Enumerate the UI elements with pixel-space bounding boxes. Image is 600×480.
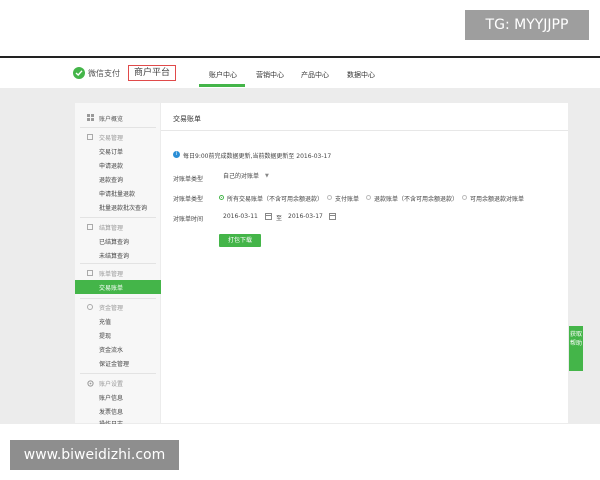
radio-all-bills[interactable] [219, 195, 224, 200]
sidebar-item-invoice-info[interactable]: 发票信息 [99, 407, 123, 416]
sidebar-divider [80, 127, 156, 128]
sidebar-item-recharge[interactable]: 充值 [99, 317, 111, 326]
sidebar-item-settled[interactable]: 已结算查询 [99, 237, 129, 246]
watermark-badge-bottom: www.biweidizhi.com [10, 440, 179, 470]
sidebar-item-trade-orders[interactable]: 交易订单 [99, 147, 123, 156]
info-icon: i [173, 151, 180, 158]
sidebar-group-title: 资金管理 [99, 305, 124, 312]
sidebar-divider [80, 217, 156, 218]
grid-icon [87, 114, 94, 121]
sidebar-item-operation-log[interactable]: 操作日志 [99, 419, 123, 424]
nav-account-center[interactable]: 账户中心 [209, 70, 237, 80]
sidebar-divider [80, 373, 156, 374]
sidebar-item-apply-refund[interactable]: 申请退款 [99, 161, 123, 170]
date-from-input[interactable]: 2016-03-11 [223, 213, 258, 220]
radio-balance-refund-label: 可用余额退款对账单 [470, 196, 525, 203]
radio-all-bills-label: 所有交易账单（不含可用余额退款） [227, 196, 324, 203]
help-float-tab[interactable]: 获取帮助 [569, 326, 583, 371]
trade-type-label: 对账单类型 [173, 196, 204, 203]
radio-refund-bills-label: 退款账单（不含可用余额退款） [374, 196, 459, 203]
calendar-icon[interactable] [329, 213, 336, 220]
title-divider [161, 130, 568, 131]
nav-active-indicator [199, 84, 245, 87]
bill-icon [87, 270, 93, 276]
radio-pay-bills-label: 支付账单 [335, 196, 360, 203]
nav-marketing-center[interactable]: 营销中心 [256, 70, 284, 80]
date-to-input[interactable]: 2016-03-17 [288, 213, 323, 220]
radio-balance-refund[interactable] [462, 195, 467, 200]
sidebar-item-trade-bill-label: 交易账单 [99, 285, 124, 292]
watermark-badge-top: TG: MYYJJPP [465, 10, 589, 40]
data-update-notice: 每日9:00前完成数据更新,当前数据更新至 2016-03-17 [183, 153, 332, 160]
sidebar-item-unsettled[interactable]: 未结算查询 [99, 251, 129, 260]
wechat-pay-logo-icon [73, 67, 85, 79]
radio-pay-bills[interactable] [327, 195, 332, 200]
sidebar-item-deposit[interactable]: 保证金管理 [99, 359, 129, 368]
trade-icon [87, 134, 93, 140]
sidebar-group-title: 账单管理 [99, 271, 124, 278]
funds-icon [87, 304, 93, 310]
sidebar-item-fund-flow[interactable]: 资金流水 [99, 345, 123, 354]
sidebar-item-refund-query[interactable]: 退款查询 [99, 175, 123, 184]
sidebar-group-title: 结算管理 [99, 225, 124, 232]
download-button[interactable]: 打包下载 [219, 234, 261, 247]
page-title: 交易账单 [173, 115, 201, 123]
date-separator: 至 [276, 215, 283, 222]
calendar-icon[interactable] [265, 213, 272, 220]
brand-name[interactable]: 微信支付 [88, 68, 120, 79]
sidebar-item-withdraw[interactable]: 提现 [99, 331, 111, 340]
sidebar-item-batch-refund[interactable]: 申请批量退款 [99, 189, 135, 198]
sidebar-divider [80, 298, 156, 299]
sidebar-item-account-info[interactable]: 账户信息 [99, 393, 123, 402]
sidebar-group-title: 账户设置 [99, 381, 124, 388]
nav-data-center[interactable]: 数据中心 [347, 70, 375, 80]
platform-label: 商户平台 [128, 65, 176, 81]
sidebar-item-overview[interactable]: 账户概览 [99, 114, 123, 123]
sidebar-item-batch-query[interactable]: 批量退款批次查询 [99, 203, 147, 212]
sidebar-group-title: 交易管理 [99, 135, 124, 142]
radio-refund-bills[interactable] [366, 195, 371, 200]
sidebar-divider [80, 263, 156, 264]
chevron-down-icon: ▼ [265, 173, 269, 179]
nav-product-center[interactable]: 产品中心 [301, 70, 329, 80]
date-label: 对账单时间 [173, 216, 204, 223]
settlement-icon [87, 224, 93, 230]
bill-type-label: 对账单类型 [173, 176, 204, 183]
gear-icon [87, 380, 94, 387]
help-float-tab-label: 获取帮助 [569, 331, 582, 347]
